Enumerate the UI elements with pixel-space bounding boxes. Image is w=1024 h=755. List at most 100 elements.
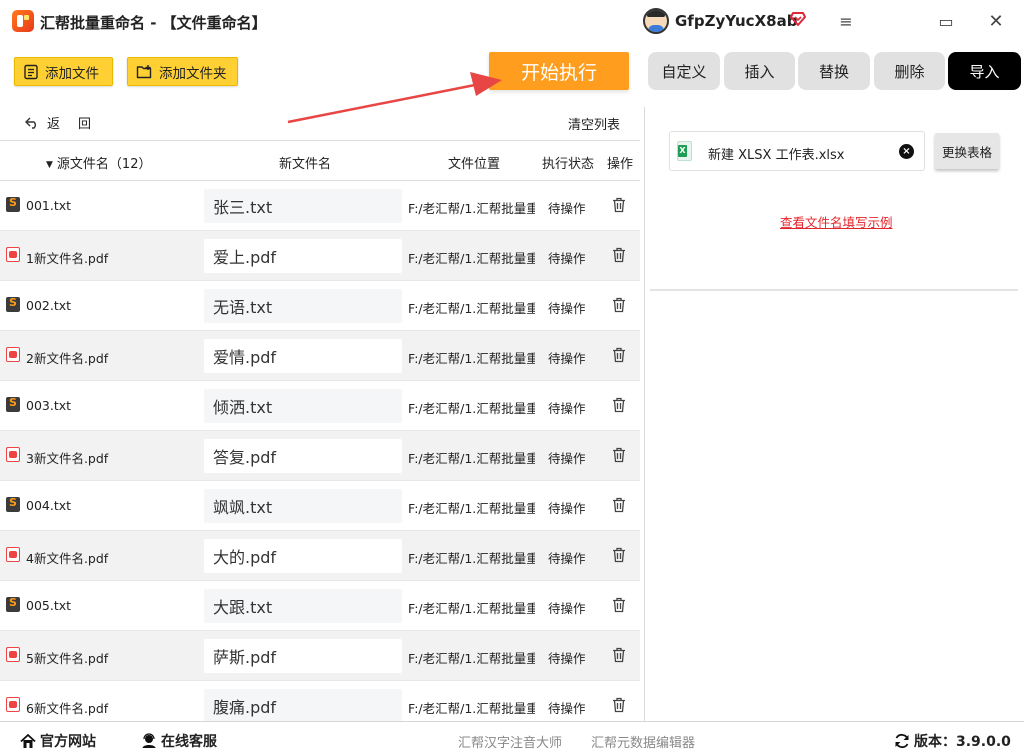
- table-row[interactable]: 003.txt 倾洒.txt F:/老汇帮/1.汇帮批量重命名 待操作: [0, 381, 640, 431]
- source-name: 001.txt: [26, 198, 72, 213]
- pdf-file-icon: [6, 247, 20, 262]
- trash-icon[interactable]: [612, 547, 626, 563]
- file-location: F:/老汇帮/1.汇帮批量重命名: [408, 401, 535, 416]
- status-label: 待操作: [548, 251, 586, 266]
- online-service-link[interactable]: 在线客服: [141, 731, 217, 751]
- trash-icon[interactable]: [612, 347, 626, 363]
- table-row[interactable]: 005.txt 大跟.txt F:/老汇帮/1.汇帮批量重命名 待操作: [0, 581, 640, 631]
- new-name-input[interactable]: 大的.pdf: [204, 539, 402, 573]
- version-info[interactable]: 版本：3.9.0.0: [894, 731, 1011, 751]
- trash-icon[interactable]: [612, 297, 626, 313]
- status-label: 待操作: [548, 601, 586, 616]
- online-service-label: 在线客服: [161, 734, 217, 750]
- add-file-button[interactable]: 添加文件: [14, 57, 113, 86]
- tab-insert[interactable]: 插入: [724, 52, 795, 90]
- new-name-input[interactable]: 张三.txt: [204, 189, 402, 223]
- new-name-input[interactable]: 大跟.txt: [204, 589, 402, 623]
- trash-icon[interactable]: [612, 647, 626, 663]
- excel-file-name: 新建 XLSX 工作表.xlsx: [708, 148, 845, 163]
- header-source[interactable]: 源文件名（12）: [46, 153, 152, 172]
- maximize-icon[interactable]: ▭: [932, 8, 960, 34]
- excel-icon: [677, 141, 692, 161]
- trash-icon[interactable]: [612, 247, 626, 263]
- change-table-button[interactable]: 更换表格: [935, 133, 999, 169]
- table-row[interactable]: 3新文件名.pdf 答复.pdf F:/老汇帮/1.汇帮批量重命名 待操作: [0, 431, 640, 481]
- header-new-name: 新文件名: [279, 157, 332, 172]
- pdf-file-icon: [6, 647, 20, 662]
- txt-file-icon: [6, 196, 20, 212]
- source-name: 003.txt: [26, 398, 72, 413]
- new-name-input[interactable]: 倾洒.txt: [204, 389, 402, 423]
- example-link[interactable]: 查看文件名填写示例: [780, 212, 893, 231]
- pdf-file-icon: [6, 697, 20, 712]
- source-name: 2新文件名.pdf: [26, 351, 109, 366]
- trash-icon[interactable]: [612, 497, 626, 513]
- table-row[interactable]: 4新文件名.pdf 大的.pdf F:/老汇帮/1.汇帮批量重命名 待操作: [0, 531, 640, 581]
- pinyin-tool-link[interactable]: 汇帮汉字注音大师: [458, 732, 562, 751]
- table-row[interactable]: 002.txt 无语.txt F:/老汇帮/1.汇帮批量重命名 待操作: [0, 281, 640, 331]
- metadata-tool-link[interactable]: 汇帮元数据编辑器: [591, 732, 695, 751]
- file-list[interactable]: 001.txt 张三.txt F:/老汇帮/1.汇帮批量重命名 待操作 1新文件…: [0, 181, 640, 721]
- trash-icon[interactable]: [612, 397, 626, 413]
- file-location: F:/老汇帮/1.汇帮批量重命名: [408, 251, 535, 266]
- official-site-link[interactable]: 官方网站: [20, 731, 96, 751]
- undo-arrow-icon: [25, 117, 36, 129]
- source-name: 1新文件名.pdf: [26, 251, 109, 266]
- table-row[interactable]: 004.txt 飒飒.txt F:/老汇帮/1.汇帮批量重命名 待操作: [0, 481, 640, 531]
- file-location: F:/老汇帮/1.汇帮批量重命名: [408, 351, 535, 366]
- add-folder-button[interactable]: 添加文件夹: [127, 57, 238, 86]
- source-name: 005.txt: [26, 598, 72, 613]
- file-location: F:/老汇帮/1.汇帮批量重命名: [408, 601, 535, 616]
- remove-file-icon[interactable]: ×: [899, 144, 914, 159]
- panel-separator: [650, 289, 1018, 291]
- support-agent-icon: [142, 733, 156, 748]
- new-name-input[interactable]: 腹痛.pdf: [204, 689, 402, 721]
- start-button[interactable]: 开始执行: [489, 52, 629, 90]
- source-name: 004.txt: [26, 498, 72, 513]
- tab-delete[interactable]: 删除: [874, 52, 945, 90]
- table-row[interactable]: 1新文件名.pdf 爱上.pdf F:/老汇帮/1.汇帮批量重命名 待操作: [0, 231, 640, 281]
- close-icon[interactable]: ✕: [982, 8, 1010, 34]
- table-row[interactable]: 5新文件名.pdf 萨斯.pdf F:/老汇帮/1.汇帮批量重命名 待操作: [0, 631, 640, 681]
- tab-replace[interactable]: 替换: [798, 52, 870, 90]
- username[interactable]: GfpZyYucX8ab: [675, 12, 797, 30]
- tab-custom[interactable]: 自定义: [648, 52, 720, 90]
- trash-icon[interactable]: [612, 597, 626, 613]
- official-site-label: 官方网站: [40, 734, 96, 750]
- new-name-input[interactable]: 飒飒.txt: [204, 489, 402, 523]
- new-name-input[interactable]: 爱情.pdf: [204, 339, 402, 373]
- home-icon: [20, 733, 36, 748]
- status-label: 待操作: [548, 701, 586, 716]
- status-label: 待操作: [548, 651, 586, 666]
- new-name-input[interactable]: 答复.pdf: [204, 439, 402, 473]
- annotation-arrow-icon: [287, 72, 502, 124]
- tab-import[interactable]: 导入: [948, 52, 1021, 90]
- file-location: F:/老汇帮/1.汇帮批量重命名: [408, 701, 535, 716]
- new-name-input[interactable]: 无语.txt: [204, 289, 402, 323]
- trash-icon[interactable]: [612, 697, 626, 713]
- app-logo-icon: [12, 10, 34, 32]
- clear-list-button[interactable]: 清空列表: [568, 114, 620, 133]
- new-name-input[interactable]: 爱上.pdf: [204, 239, 402, 273]
- source-name: 3新文件名.pdf: [26, 451, 109, 466]
- txt-file-icon: [6, 496, 20, 512]
- panel-divider: [644, 107, 645, 721]
- table-row[interactable]: 2新文件名.pdf 爱情.pdf F:/老汇帮/1.汇帮批量重命名 待操作: [0, 331, 640, 381]
- menu-icon[interactable]: ≡: [832, 8, 860, 34]
- file-location: F:/老汇帮/1.汇帮批量重命名: [408, 451, 535, 466]
- user-avatar[interactable]: [643, 8, 669, 34]
- trash-icon[interactable]: [612, 447, 626, 463]
- status-label: 待操作: [548, 551, 586, 566]
- table-row[interactable]: 001.txt 张三.txt F:/老汇帮/1.汇帮批量重命名 待操作: [0, 181, 640, 231]
- source-name: 5新文件名.pdf: [26, 651, 109, 666]
- new-name-input[interactable]: 萨斯.pdf: [204, 639, 402, 673]
- header-location: 文件位置: [448, 157, 501, 172]
- source-name: 002.txt: [26, 298, 72, 313]
- vip-diamond-icon[interactable]: [790, 12, 806, 26]
- back-button[interactable]: 返回: [25, 113, 109, 132]
- table-row[interactable]: 6新文件名.pdf 腹痛.pdf F:/老汇帮/1.汇帮批量重命名 待操作: [0, 681, 640, 721]
- folder-plus-icon: [136, 64, 152, 78]
- pdf-file-icon: [6, 447, 20, 462]
- trash-icon[interactable]: [612, 197, 626, 213]
- refresh-icon: [895, 733, 909, 749]
